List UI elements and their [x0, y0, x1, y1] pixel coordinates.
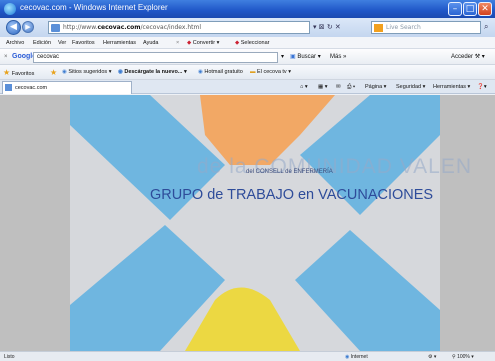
zoom-button[interactable]: ⚲ 100% ▾	[452, 352, 474, 361]
tab-cecovac[interactable]: cecovac.com	[2, 81, 132, 94]
url-suffix: /cecovac/index.html	[140, 24, 202, 31]
fav-item-label: El cecova tv	[257, 69, 287, 75]
status-bar: Listo ◉ Internet ⚙ ▾ ⚲ 100% ▾	[0, 351, 495, 361]
fav-item-sugeridos[interactable]: ◉ Sitios sugeridos ▾	[62, 65, 111, 80]
tab-page-icon	[5, 84, 12, 91]
grupo-trabajo-heading: GRUPO de TRABAJO en VACUNACIONES	[150, 187, 434, 203]
read-mail-icon[interactable]: ✉	[336, 80, 341, 94]
google-search-input[interactable]: cecovac	[33, 52, 278, 63]
globe-icon: ◉	[345, 354, 350, 360]
ie-page-icon: ◉	[118, 69, 123, 75]
live-search-placeholder: Live Search	[386, 24, 421, 31]
fav-item-label: Sitios sugeridos	[68, 69, 108, 75]
page-content: de la COMUNIDAD VALEN del CONSELL de ENF…	[0, 95, 495, 351]
help-icon[interactable]: ❓▾	[477, 80, 487, 94]
print-icon[interactable]: ⎙ ▾	[347, 80, 355, 94]
back-button[interactable]: ◀	[6, 20, 21, 35]
minimize-button[interactable]: –	[448, 2, 462, 16]
safety-menu-label: Seguridad	[396, 84, 422, 90]
close-button[interactable]: ✕	[478, 2, 492, 16]
tab-label: cecovac.com	[15, 85, 48, 91]
convert-label: Convertir	[192, 40, 216, 46]
live-search-input[interactable]: Live Search	[371, 21, 481, 34]
refresh-stop-icons[interactable]: ▾ ⊠ ↻ ✕	[313, 21, 363, 34]
ie-page-icon: ◉	[198, 69, 203, 75]
fav-item-label: Hotmail gratuito	[204, 69, 243, 75]
search-icon[interactable]: ⌕	[484, 22, 488, 32]
google-search-button[interactable]: ▣ Buscar ▾	[290, 49, 321, 65]
search-dropdown-icon[interactable]: ▾	[281, 49, 284, 65]
menu-herramientas[interactable]: Herramientas	[103, 37, 136, 49]
url-domain: cecovac.com	[97, 24, 141, 31]
folder-icon: ▬	[250, 69, 256, 75]
menu-archivo[interactable]: Archivo	[6, 37, 24, 49]
select-label: Seleccionar	[240, 40, 270, 46]
zoom-icon: ⚲	[452, 354, 456, 360]
page-menu-label: Página	[365, 84, 383, 90]
convert-button[interactable]: ◆ Convertir ▾	[187, 37, 219, 49]
favorites-bar: ★ Favoritos ★ ◉ Sitios sugeridos ▾ ◉ Des…	[0, 65, 495, 80]
menu-ver[interactable]: Ver	[58, 37, 66, 49]
status-text: Listo	[4, 354, 15, 360]
url-prefix: http://www.	[63, 24, 98, 31]
live-search-icon	[374, 24, 383, 32]
logo-graphic	[70, 95, 440, 351]
menu-favoritos[interactable]: Favoritos	[72, 37, 95, 49]
menu-edicion[interactable]: Edición	[33, 37, 51, 49]
google-toolbar: × Google cecovac ▾ ▣ Buscar ▾ Más » Acce…	[0, 49, 495, 65]
star-icon: ★	[3, 68, 11, 77]
menu-ayuda[interactable]: Ayuda	[143, 37, 159, 49]
title-bar: cecovac.com - Windows Internet Explorer …	[0, 0, 495, 18]
select-button[interactable]: ◆ Seleccionar	[235, 37, 270, 49]
home-icon[interactable]: ⌂ ▾	[300, 80, 308, 94]
close-toolbar-icon[interactable]: ×	[4, 49, 8, 65]
address-bar: ◀ ▶ http://www.cecovac.com/cecovac/index…	[0, 18, 495, 37]
zone-label: Internet	[350, 354, 368, 360]
safety-menu-button[interactable]: Seguridad ▾	[396, 80, 425, 94]
ie-page-icon: ◉	[62, 69, 67, 75]
maximize-button[interactable]: □	[463, 2, 477, 16]
tools-menu-label: Herramientas	[433, 84, 467, 90]
zoom-label: 100%	[457, 354, 470, 360]
toolbar-separator-icon: ×	[176, 40, 180, 46]
browser-window: cecovac.com - Windows Internet Explorer …	[0, 0, 495, 361]
comunidad-watermark: de la COMUNIDAD VALEN	[197, 155, 473, 178]
favorites-label: Favoritos	[11, 71, 35, 77]
fav-item-hotmail[interactable]: ◉ Hotmail gratuito	[198, 65, 243, 80]
page-menu-button[interactable]: Página ▾	[365, 80, 386, 94]
feeds-icon[interactable]: ▦ ▾	[318, 80, 328, 94]
tools-menu-button[interactable]: Herramientas ▾	[433, 80, 470, 94]
tab-bar: cecovac.com ⌂ ▾ ▦ ▾ ✉ ⎙ ▾ Página ▾ Segur…	[0, 80, 495, 94]
address-field[interactable]: http://www.cecovac.com/cecovac/index.htm…	[48, 21, 310, 34]
fav-item-label: Descárgate la nuevo...	[124, 69, 183, 75]
google-search-label: Buscar	[297, 54, 317, 60]
internet-explorer-icon	[4, 3, 16, 15]
signin-button[interactable]: Acceder ⚒ ▾	[451, 49, 485, 65]
wrench-icon: ⚒	[474, 54, 481, 60]
select-icon: ◆	[235, 40, 240, 46]
window-title: cecovac.com - Windows Internet Explorer	[20, 3, 168, 12]
pdf-icon: ◆	[187, 40, 192, 46]
protected-mode-icon[interactable]: ⚙ ▾	[428, 352, 436, 361]
del-consell-text: del CONSELL de ENFERMERÍA	[246, 169, 333, 175]
signin-label: Acceder	[451, 54, 474, 60]
more-button[interactable]: Más »	[330, 49, 346, 65]
page-icon	[51, 24, 60, 32]
menu-bar: Archivo Edición Ver Favoritos Herramient…	[0, 37, 495, 49]
fav-item-descargate[interactable]: ◉ Descárgate la nuevo... ▾	[118, 65, 187, 80]
google-search-icon: ▣	[290, 54, 296, 60]
fav-item-cecova-tv[interactable]: ▬ El cecova tv ▾	[250, 65, 291, 80]
zone-indicator[interactable]: ◉ Internet	[345, 352, 368, 361]
forward-button[interactable]: ▶	[22, 21, 34, 33]
